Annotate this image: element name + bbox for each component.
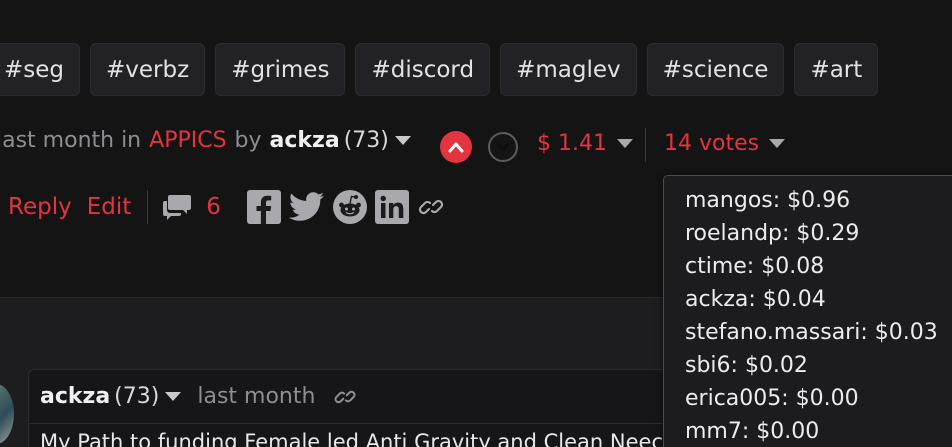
share-buttons (246, 190, 445, 224)
comment-author-caret[interactable] (165, 392, 182, 401)
tag-list: #seg #verbz #grimes #discord #maglev #sc… (0, 43, 879, 96)
payout-caret (616, 139, 633, 148)
tag-maglev[interactable]: #maglev (500, 43, 637, 96)
comments-icon[interactable] (162, 193, 192, 221)
reddit-icon[interactable] (332, 190, 367, 224)
tag-science[interactable]: #science (646, 43, 785, 96)
voter-item[interactable]: stefano.massari: $0.03 (685, 316, 952, 349)
comment-author-link[interactable]: ackza (40, 384, 110, 409)
voters-dropdown: mangos: $0.96 roelandp: $0.29 ctime: $0.… (663, 175, 952, 447)
divider (645, 128, 646, 162)
voter-item[interactable]: roelandp: $0.29 (685, 217, 952, 250)
voter-item[interactable]: mm7: $0.00 (685, 415, 952, 447)
tag-grimes[interactable]: #grimes (215, 43, 346, 96)
voter-item[interactable]: ctime: $0.08 (685, 250, 952, 283)
divider (29, 423, 729, 424)
comment-count[interactable]: 6 (206, 194, 221, 220)
comment-header: ackza (73) last month (40, 384, 357, 409)
post-meta: last month in APPICS by ackza (73) (0, 128, 411, 153)
upvote-button[interactable] (440, 131, 472, 163)
payout-value: $ 1.41 (537, 131, 607, 156)
comment-time[interactable]: last month (197, 384, 315, 409)
community-link[interactable]: APPICS (149, 128, 226, 153)
payout-dropdown[interactable]: $ 1.41 (537, 131, 633, 156)
downvote-button[interactable] (488, 132, 518, 162)
edit-button[interactable]: Edit (87, 194, 132, 220)
tag-discord[interactable]: #discord (355, 43, 491, 96)
comment-text: My Path to funding Female led Anti Gravi… (40, 430, 663, 447)
voter-item[interactable]: sbi6: $0.02 (685, 349, 952, 382)
chevron-up-icon (448, 142, 464, 153)
link-icon[interactable] (333, 385, 357, 409)
facebook-icon[interactable] (246, 190, 281, 224)
votes-count: 14 votes (664, 131, 760, 156)
author-link[interactable]: ackza (270, 128, 340, 153)
voter-item[interactable]: erica005: $0.00 (685, 382, 952, 415)
tag-seg[interactable]: #seg (0, 43, 81, 96)
post-time: last month in (0, 128, 142, 153)
chevron-down-icon (496, 142, 510, 152)
link-icon[interactable] (417, 193, 445, 221)
twitter-icon[interactable] (288, 192, 325, 222)
tag-verbz[interactable]: #verbz (90, 43, 206, 96)
votes-caret (769, 139, 786, 148)
linkedin-icon[interactable] (374, 190, 409, 224)
voter-item[interactable]: ackza: $0.04 (685, 283, 952, 316)
by-label: by (234, 128, 262, 153)
page: #seg #verbz #grimes #discord #maglev #sc… (0, 0, 952, 447)
tag-art[interactable]: #art (794, 43, 879, 96)
author-menu-caret[interactable] (394, 136, 411, 145)
votes-dropdown[interactable]: 14 votes (664, 131, 786, 156)
voter-item[interactable]: mangos: $0.96 (685, 184, 952, 217)
comment-author-reputation: (73) (114, 384, 160, 409)
post-actions: Reply Edit 6 (8, 190, 445, 224)
reply-button[interactable]: Reply (8, 194, 72, 220)
divider (147, 190, 149, 224)
author-reputation: (73) (343, 128, 389, 153)
